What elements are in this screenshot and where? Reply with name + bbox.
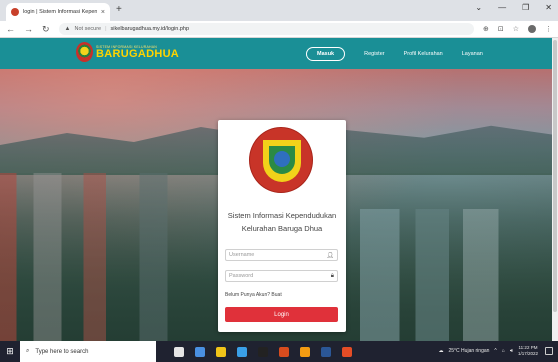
volume-icon[interactable]: 🔊︎	[510, 348, 513, 354]
browser-tab-strip: login | Sistem Informasi Kependu... × + …	[0, 0, 558, 21]
taskbar-clock[interactable]: 11:22 PM 1/17/2022	[518, 345, 538, 357]
zoom-icon[interactable]: ⊕	[483, 25, 489, 33]
browser-tab[interactable]: login | Sistem Informasi Kependu... ×	[6, 3, 110, 21]
username-field[interactable]: Username 👤︎	[225, 249, 338, 261]
login-button[interactable]: Login	[225, 307, 338, 322]
nav-menu: Masuk Register Profil Kelurahan Layanan	[306, 47, 483, 61]
windows-taskbar: ⊞ ⌕ Type here to search ☁ 25°C Hujan rin…	[0, 341, 558, 362]
taskbar-app-icon[interactable]	[279, 346, 289, 357]
register-prompt-link[interactable]: Belum Punya Akun? Buat	[225, 292, 282, 298]
lock-icon: 🔒︎	[330, 272, 334, 279]
window-controls: ⌄ — ❐ ✕	[475, 3, 552, 12]
logo-title: BARUGADHUA	[96, 47, 180, 60]
url-text: sikelbarugadhua.my.id/login.php	[110, 26, 190, 32]
address-bar-row: ← → ↻ ▲ Not secure | sikelbarugadhua.my.…	[0, 21, 558, 38]
taskbar-app-icon[interactable]	[174, 346, 184, 357]
page-scrollbar[interactable]	[552, 38, 558, 341]
url-separator: |	[105, 26, 107, 32]
logo-text: SISTEM INFORMASI KELURAHAN BARUGADHUA	[96, 45, 179, 60]
minimize-button[interactable]: —	[498, 3, 506, 12]
weather-text[interactable]: 25°C Hujan ringan	[449, 348, 490, 354]
warning-icon: ▲	[64, 26, 71, 32]
kelurahan-emblem-icon	[249, 127, 313, 193]
taskbar-app-icon[interactable]	[321, 346, 331, 357]
bookmark-star-icon[interactable]: ☆	[513, 25, 519, 33]
weather-icon[interactable]: ☁	[439, 348, 444, 354]
user-icon: 👤︎	[326, 252, 334, 259]
username-placeholder: Username	[229, 252, 255, 258]
site-navbar: SISTEM INFORMASI KELURAHAN BARUGADHUA Ma…	[0, 38, 558, 69]
site-logo[interactable]: SISTEM INFORMASI KELURAHAN BARUGADHUA	[76, 42, 179, 62]
password-field[interactable]: Password 🔒︎	[225, 270, 338, 282]
windows-start-icon[interactable]: ⊞	[0, 346, 20, 357]
taskbar-app-icon[interactable]	[300, 346, 310, 357]
favicon-icon	[11, 8, 19, 16]
tab-close-icon[interactable]: ×	[101, 9, 105, 16]
taskbar-app-icon[interactable]	[258, 346, 268, 357]
logo-emblem-icon	[76, 42, 93, 62]
nav-profil-link[interactable]: Profil Kelurahan	[404, 51, 443, 57]
taskbar-app-icon[interactable]	[342, 346, 352, 357]
search-icon: ⌕	[26, 348, 30, 354]
tab-search-icon[interactable]: ⌄	[475, 3, 482, 12]
taskbar-search-box[interactable]: ⌕ Type here to search	[20, 341, 156, 362]
taskbar-app-icon[interactable]	[216, 346, 226, 357]
clock-date: 1/17/2022	[517, 351, 538, 356]
taskbar-app-icon[interactable]	[195, 346, 205, 357]
forward-arrow-icon[interactable]: →	[24, 24, 33, 34]
back-arrow-icon[interactable]: ←	[6, 24, 15, 34]
browser-toolbar-icons: ⊕ ⊡ ☆ ⋮	[483, 25, 552, 33]
menu-kebab-icon[interactable]: ⋮	[545, 25, 552, 33]
profile-avatar[interactable]	[528, 25, 536, 33]
notification-icon[interactable]	[545, 347, 553, 355]
maximize-button[interactable]: ❐	[522, 3, 529, 12]
tray-arrow-icon[interactable]: ^	[494, 348, 496, 354]
nav-masuk-button[interactable]: Masuk	[306, 47, 346, 61]
network-icon[interactable]: ⌂	[502, 348, 505, 354]
taskbar-app-icons	[174, 346, 352, 357]
system-tray: ☁ 25°C Hujan ringan ^ ⌂ 🔊︎ 11:22 PM 1/17…	[439, 345, 539, 357]
login-title-line1: Sistem Informasi Kependudukan	[227, 211, 337, 220]
taskbar-app-icon[interactable]	[237, 346, 247, 357]
login-card: Sistem Informasi Kependudukan Kelurahan …	[218, 120, 346, 332]
new-tab-button[interactable]: +	[116, 4, 122, 15]
login-title-line2: Kelurahan Baruga Dhua	[241, 224, 323, 233]
nav-layanan-link[interactable]: Layanan	[462, 51, 483, 57]
tab-title: login | Sistem Informasi Kependu...	[23, 9, 97, 15]
address-bar[interactable]: ▲ Not secure | sikelbarugadhua.my.id/log…	[58, 23, 474, 35]
reload-icon[interactable]: ↻	[42, 24, 50, 35]
scrollbar-thumb[interactable]	[553, 40, 557, 312]
not-secure-label: Not secure	[74, 26, 102, 32]
taskbar-search-placeholder: Type here to search	[35, 348, 89, 355]
share-icon[interactable]: ⊡	[498, 25, 504, 33]
nav-register-link[interactable]: Register	[364, 51, 384, 57]
password-placeholder: Password	[229, 273, 254, 279]
close-window-button[interactable]: ✕	[545, 3, 552, 12]
